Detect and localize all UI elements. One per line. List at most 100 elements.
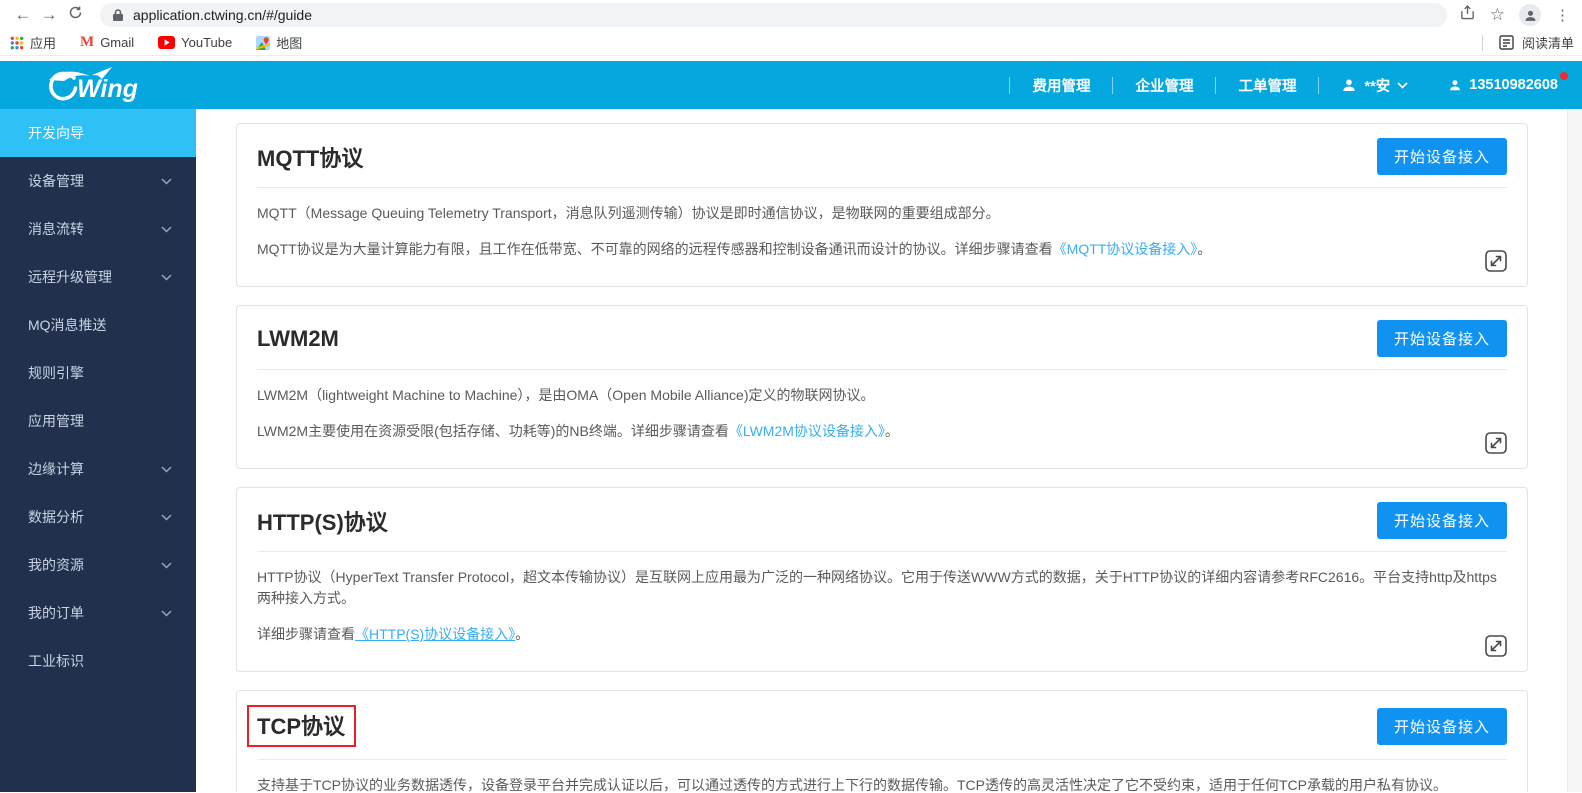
sidebar-item-remote-upgrade[interactable]: 远程升级管理 bbox=[0, 253, 196, 301]
expand-icon[interactable] bbox=[1483, 633, 1509, 659]
steps-text: 。 bbox=[1197, 241, 1212, 257]
sidebar-item-label: 我的订单 bbox=[28, 605, 84, 621]
start-device-access-button[interactable]: 开始设备接入 bbox=[1376, 320, 1507, 357]
card-title: HTTP(S)协议 bbox=[257, 509, 388, 535]
nav-workorder-management[interactable]: 工单管理 bbox=[1238, 75, 1296, 96]
sidebar-item-label: 我的资源 bbox=[28, 557, 84, 573]
chevron-down-icon bbox=[161, 609, 172, 617]
sidebar-item-label: 远程升级管理 bbox=[28, 269, 112, 285]
chevron-down-icon bbox=[161, 177, 172, 185]
bookmark-label: 应用 bbox=[30, 36, 57, 51]
expand-icon[interactable] bbox=[1483, 430, 1509, 456]
protocol-card-lwm2m: LWM2M 开始设备接入 LWM2M（lightweight Machine t… bbox=[236, 305, 1528, 469]
chevron-down-icon bbox=[1397, 81, 1408, 89]
sidebar-item-rule-engine[interactable]: 规则引擎 bbox=[0, 349, 196, 397]
chevron-down-icon bbox=[161, 513, 172, 521]
apps-grid-icon bbox=[10, 36, 24, 49]
chevron-down-icon bbox=[161, 465, 172, 473]
account-number-text: 13510982608 bbox=[1469, 77, 1558, 93]
steps-text: 。 bbox=[515, 626, 530, 642]
protocol-card-http: HTTP(S)协议 开始设备接入 HTTP协议（HyperText Transf… bbox=[236, 487, 1528, 672]
start-device-access-button[interactable]: 开始设备接入 bbox=[1376, 707, 1507, 745]
bookmark-star-icon[interactable]: ☆ bbox=[1490, 5, 1505, 25]
sidebar-item-label: 数据分析 bbox=[28, 509, 84, 525]
card-description: 支持基于TCP协议的业务数据透传，设备登录平台并完成认证以后，可以通过透传的方式… bbox=[257, 777, 1447, 792]
sidebar-item-my-orders[interactable]: 我的订单 bbox=[0, 589, 196, 637]
reading-list-icon[interactable] bbox=[1499, 35, 1514, 50]
user-icon bbox=[1343, 79, 1356, 91]
start-device-access-button[interactable]: 开始设备接入 bbox=[1376, 138, 1507, 175]
chevron-down-icon bbox=[161, 273, 172, 281]
start-device-access-button[interactable]: 开始设备接入 bbox=[1376, 502, 1507, 539]
sidebar-item-message-flow[interactable]: 消息流转 bbox=[0, 205, 196, 253]
bookmark-apps[interactable]: 应用 bbox=[10, 33, 56, 52]
expand-icon[interactable] bbox=[1483, 248, 1509, 274]
reading-list-label[interactable]: 阅读清单 bbox=[1522, 33, 1574, 52]
protocol-card-mqtt: MQTT协议 开始设备接入 MQTT（Message Queuing Telem… bbox=[236, 123, 1528, 287]
divider bbox=[1481, 34, 1483, 51]
bookmark-gmail[interactable]: M Gmail bbox=[80, 34, 134, 51]
user-name: **安 bbox=[1364, 78, 1391, 95]
card-description: HTTP协议（HyperText Transfer Protocol，超文本传输… bbox=[257, 569, 1497, 606]
sidebar-item-my-resources[interactable]: 我的资源 bbox=[0, 541, 196, 589]
doc-link-mqtt[interactable]: 《MQTT协议设备接入》 bbox=[1053, 241, 1198, 257]
sidebar-item-industrial-id[interactable]: 工业标识 bbox=[0, 637, 196, 685]
steps-text: MQTT协议是为大量计算能力有限，且工作在低带宽、不可靠的网络的远程传感器和控制… bbox=[257, 241, 1053, 257]
sidebar-item-label: 应用管理 bbox=[28, 413, 84, 429]
sidebar-item-label: 开发向导 bbox=[28, 125, 84, 141]
sidebar-item-label: 消息流转 bbox=[28, 221, 84, 237]
doc-link-lwm2m[interactable]: 《LWM2M协议设备接入》 bbox=[729, 423, 885, 439]
bookmark-label: YouTube bbox=[181, 35, 233, 50]
bookmark-label: 地图 bbox=[276, 36, 303, 51]
bookmark-youtube[interactable]: YouTube bbox=[158, 35, 232, 50]
forward-icon[interactable]: → bbox=[36, 2, 62, 28]
ctwing-logo[interactable]: Wing bbox=[44, 65, 160, 105]
sidebar-item-data-analysis[interactable]: 数据分析 bbox=[0, 493, 196, 541]
sidebar: 开发向导 设备管理 消息流转 远程升级管理 MQ消息推送 规则引擎 应用管理 边… bbox=[0, 109, 196, 792]
protocol-card-tcp: TCP协议 开始设备接入 支持基于TCP协议的业务数据透传，设备登录平台并完成认… bbox=[236, 690, 1528, 792]
sidebar-item-label: 规则引擎 bbox=[28, 365, 84, 381]
lock-icon bbox=[113, 9, 123, 21]
content-scrollbar[interactable] bbox=[1567, 109, 1582, 792]
bookmark-maps[interactable]: 地图 bbox=[256, 33, 302, 52]
card-steps: LWM2M主要使用在资源受限(包括存储、功耗等)的NB终端。详细步骤请查看《LW… bbox=[257, 421, 1507, 442]
account-number[interactable]: 13510982608 bbox=[1448, 72, 1568, 93]
user-icon bbox=[1450, 80, 1461, 91]
doc-link-http[interactable]: 《HTTP(S)协议设备接入》 bbox=[355, 626, 515, 642]
nav-enterprise-management[interactable]: 企业管理 bbox=[1135, 75, 1193, 96]
card-description: LWM2M（lightweight Machine to Machine），是由… bbox=[257, 387, 875, 403]
notification-dot bbox=[1560, 72, 1568, 80]
sidebar-item-label: MQ消息推送 bbox=[28, 317, 107, 333]
share-icon[interactable] bbox=[1459, 4, 1476, 26]
url-bar[interactable]: application.ctwing.cn/#/guide bbox=[100, 3, 1447, 27]
sidebar-item-dev-guide[interactable]: 开发向导 bbox=[0, 109, 196, 157]
url-text: application.ctwing.cn/#/guide bbox=[133, 7, 313, 23]
nav-fee-management[interactable]: 费用管理 bbox=[1032, 75, 1090, 96]
sidebar-item-device-management[interactable]: 设备管理 bbox=[0, 157, 196, 205]
user-menu[interactable]: **安 bbox=[1341, 75, 1408, 96]
card-title: MQTT协议 bbox=[257, 145, 364, 171]
card-title-highlighted: TCP协议 bbox=[247, 705, 357, 747]
card-description: MQTT（Message Queuing Telemetry Transport… bbox=[257, 205, 1000, 221]
sidebar-item-app-management[interactable]: 应用管理 bbox=[0, 397, 196, 445]
steps-text: 详细步骤请查看 bbox=[257, 626, 355, 642]
steps-text: 。 bbox=[884, 423, 899, 439]
reload-icon[interactable] bbox=[62, 2, 88, 28]
sidebar-item-edge-computing[interactable]: 边缘计算 bbox=[0, 445, 196, 493]
sidebar-item-label: 设备管理 bbox=[28, 173, 84, 189]
divider bbox=[1215, 76, 1217, 94]
gmail-icon: M bbox=[80, 34, 95, 50]
card-steps: 详细步骤请查看《HTTP(S)协议设备接入》。 bbox=[257, 624, 1507, 645]
browser-toolbar: ← → application.ctwing.cn/#/guide ☆ ⋮ bbox=[0, 0, 1582, 30]
youtube-icon bbox=[158, 36, 176, 49]
bookmarks-bar: 应用 M Gmail YouTube 地图 阅读清单 bbox=[0, 30, 1582, 56]
browser-menu-icon[interactable]: ⋮ bbox=[1555, 6, 1570, 24]
sidebar-item-label: 边缘计算 bbox=[28, 461, 84, 477]
back-icon[interactable]: ← bbox=[10, 2, 36, 28]
sidebar-item-mq-push[interactable]: MQ消息推送 bbox=[0, 301, 196, 349]
sidebar-item-label: 工业标识 bbox=[28, 653, 84, 669]
profile-avatar[interactable] bbox=[1519, 4, 1541, 26]
steps-text: LWM2M主要使用在资源受限(包括存储、功耗等)的NB终端。详细步骤请查看 bbox=[257, 423, 729, 439]
guide-content: MQTT协议 开始设备接入 MQTT（Message Queuing Telem… bbox=[196, 109, 1582, 792]
chevron-down-icon bbox=[161, 561, 172, 569]
